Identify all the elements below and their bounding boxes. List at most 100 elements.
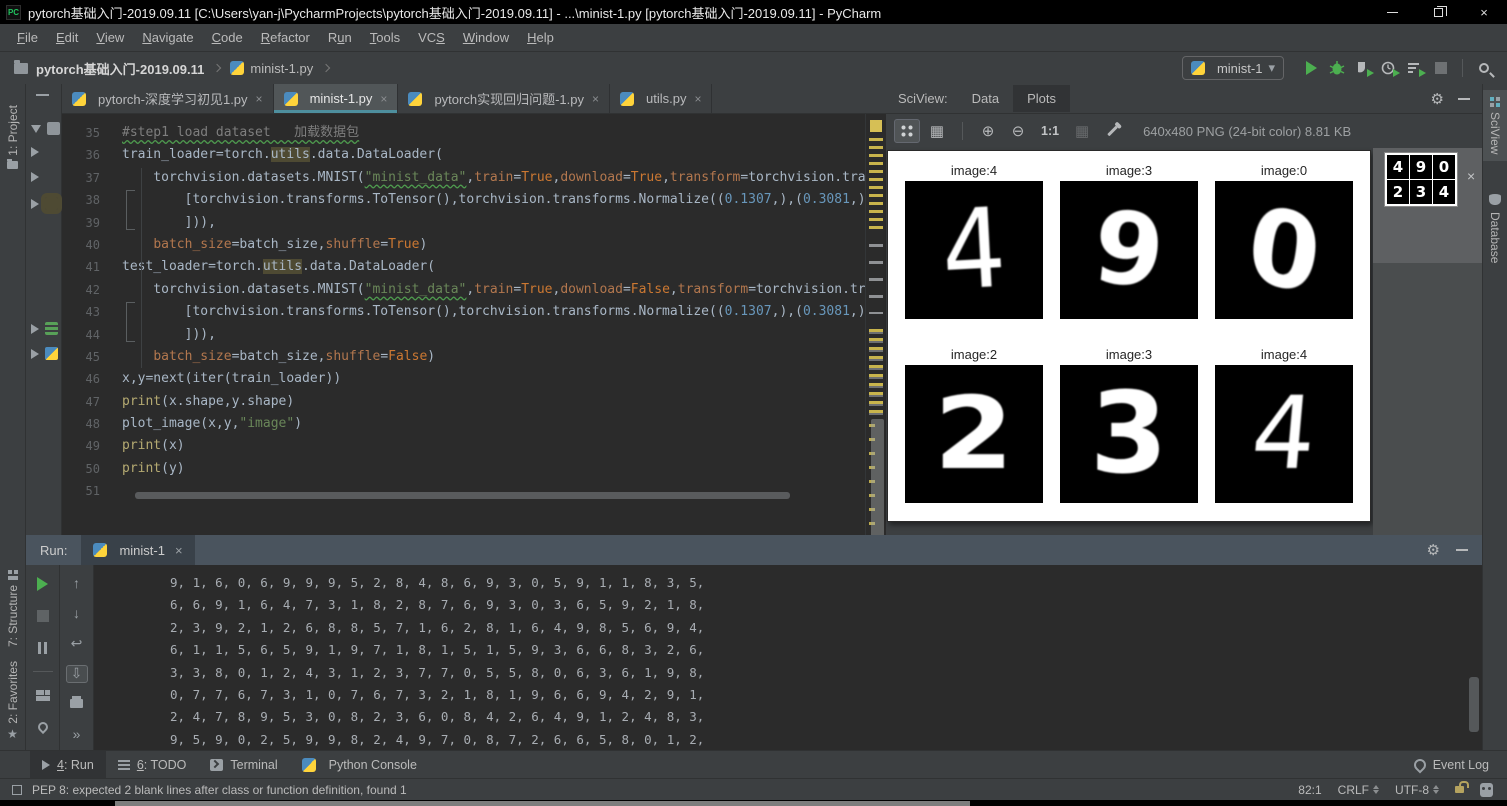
breadcrumb-project[interactable]: pytorch基础入门-2019.09.11 [36, 59, 204, 78]
actual-size-button[interactable]: 1:1 [1035, 124, 1065, 138]
code-line[interactable]: 39 ])), [62, 212, 886, 234]
sidebar-item-project[interactable]: 1: Project [0, 98, 25, 176]
sidebar-item-sciview[interactable]: SciView [1483, 90, 1507, 161]
menu-view[interactable]: View [87, 26, 133, 49]
close-tab-icon[interactable]: × [592, 92, 599, 106]
status-icon[interactable] [12, 785, 22, 795]
rerun-button[interactable] [32, 575, 54, 593]
scroll-to-end-button[interactable]: ⇩ [66, 665, 88, 683]
run-configuration-select[interactable]: minist-1 ▾ [1182, 56, 1284, 80]
plot-canvas[interactable]: image:44image:39image:00image:22image:33… [887, 150, 1371, 522]
close-tab-icon[interactable]: × [380, 92, 387, 106]
close-tab-icon[interactable]: × [175, 543, 183, 558]
menu-edit[interactable]: Edit [47, 26, 87, 49]
code-line[interactable]: 42 torchvision.datasets.MNIST("minist_da… [62, 279, 886, 301]
console-vertical-scrollbar[interactable] [1469, 677, 1479, 732]
menu-vcs[interactable]: VCS [409, 26, 454, 49]
hide-project-panel-button[interactable] [36, 94, 49, 96]
editor-tab-pytorch-深度学习初见1.py[interactable]: pytorch-深度学习初见1.py× [62, 84, 274, 113]
code-line[interactable]: 35#step1 load dataset 加载数据包 [62, 122, 886, 144]
code-editor[interactable]: 35#step1 load dataset 加载数据包36train_loade… [62, 114, 886, 535]
gear-icon[interactable]: ⚙ [1427, 541, 1440, 559]
code-line[interactable]: 47print(x.shape,y.shape) [62, 391, 886, 413]
fold-region-marker[interactable] [126, 302, 135, 342]
toolwindow-tab-6-todo[interactable]: 6: TODO [106, 751, 199, 779]
sidebar-item-favorites[interactable]: 2: Favorites ★ [0, 654, 25, 746]
color-picker-button[interactable] [1099, 119, 1125, 143]
toolwindow-tab-4-run[interactable]: 4: Run [30, 751, 106, 779]
menu-code[interactable]: Code [203, 26, 252, 49]
code-line[interactable]: 45 batch_size=batch_size,shuffle=False) [62, 346, 886, 368]
tab-plots[interactable]: Plots [1013, 85, 1070, 112]
stop-button[interactable] [1428, 56, 1454, 80]
stop-button[interactable] [32, 607, 54, 625]
code-line[interactable]: 46x,y=next(iter(train_loader)) [62, 368, 886, 390]
code-line[interactable]: 37 torchvision.datasets.MNIST("minist_da… [62, 167, 886, 189]
menu-window[interactable]: Window [454, 26, 518, 49]
vertical-scrollbar[interactable] [871, 419, 884, 554]
highlighting-level-icon[interactable] [1480, 783, 1493, 797]
zoom-in-button[interactable]: ⊕ [975, 119, 1001, 143]
run-button[interactable] [1298, 56, 1324, 80]
hide-panel-icon[interactable] [1456, 549, 1468, 551]
close-plot-icon[interactable]: × [1467, 168, 1475, 184]
code-line[interactable]: 36train_loader=torch.utils.data.DataLoad… [62, 144, 886, 166]
code-line[interactable]: 40 batch_size=batch_size,shuffle=True) [62, 234, 886, 256]
debug-button[interactable] [1324, 56, 1350, 80]
editor-error-stripe[interactable] [865, 114, 886, 535]
minimize-window-button[interactable] [1369, 0, 1415, 24]
tab-data[interactable]: Data [958, 85, 1013, 112]
event-log-button[interactable]: Event Log [1414, 758, 1489, 772]
tree-node-selected[interactable] [31, 197, 58, 210]
close-tab-icon[interactable]: × [256, 92, 263, 106]
transparency-chessboard-button[interactable]: ▦ [1069, 119, 1095, 143]
encoding-select[interactable]: UTF-8 [1395, 783, 1439, 797]
restore-layout-button[interactable] [32, 686, 54, 704]
fit-to-window-button[interactable] [894, 119, 920, 143]
code-line[interactable]: 41test_loader=torch.utils.data.DataLoade… [62, 256, 886, 278]
restore-window-button[interactable] [1415, 0, 1461, 24]
soft-wrap-button[interactable]: ↩ [66, 635, 88, 652]
tree-node-library[interactable] [31, 322, 58, 335]
code-line[interactable]: 44 ])), [62, 324, 886, 346]
toolwindow-tab-python-console[interactable]: Python Console [290, 751, 429, 779]
run-tab-minist-1[interactable]: minist-1 × [81, 535, 194, 565]
menu-navigate[interactable]: Navigate [133, 26, 202, 49]
zoom-out-button[interactable]: ⊖ [1005, 119, 1031, 143]
menu-refactor[interactable]: Refactor [252, 26, 319, 49]
editor-tab-utils.py[interactable]: utils.py× [610, 84, 712, 113]
code-line[interactable]: 49print(x) [62, 435, 886, 457]
menu-help[interactable]: Help [518, 26, 563, 49]
code-line[interactable]: 43 [torchvision.transforms.ToTensor(),to… [62, 301, 886, 323]
sidebar-item-database[interactable]: Database [1483, 187, 1507, 270]
close-tab-icon[interactable]: × [694, 92, 701, 106]
tree-node-python[interactable] [31, 347, 58, 360]
up-stacktrace-button[interactable]: ↑ [66, 575, 88, 592]
sidebar-item-structure[interactable]: 7: Structure [0, 563, 25, 654]
pause-output-button[interactable] [32, 639, 54, 657]
fold-region-marker[interactable] [126, 190, 135, 230]
run-with-coverage-button[interactable] [1350, 56, 1376, 80]
code-line[interactable]: 50print(y) [62, 458, 886, 480]
tree-node-collapsed[interactable] [31, 147, 39, 157]
readonly-lock-icon[interactable] [1455, 786, 1464, 793]
caret-position[interactable]: 82:1 [1298, 783, 1321, 797]
plot-thumbnail[interactable]: 490234 [1384, 152, 1458, 207]
tree-node-collapsed[interactable] [31, 172, 39, 182]
menu-tools[interactable]: Tools [361, 26, 409, 49]
gear-icon[interactable]: ⚙ [1431, 90, 1444, 108]
search-everywhere-button[interactable] [1471, 56, 1497, 80]
profile-button[interactable] [1376, 56, 1402, 80]
show-grid-button[interactable]: ▦ [924, 119, 950, 143]
run-console-output[interactable]: 9, 1, 6, 0, 6, 9, 9, 9, 5, 2, 8, 4, 8, 6… [94, 565, 1482, 750]
hide-panel-icon[interactable] [1458, 98, 1470, 100]
editor-tab-minist-1.py[interactable]: minist-1.py× [274, 84, 399, 113]
code-line[interactable]: 48plot_image(x,y,"image") [62, 413, 886, 435]
line-ending-select[interactable]: CRLF [1338, 783, 1379, 797]
run-with-parameters-button[interactable] [1402, 56, 1428, 80]
editor-tab-pytorch实现回归问题-1.py[interactable]: pytorch实现回归问题-1.py× [398, 84, 610, 113]
pin-tab-button[interactable] [32, 718, 54, 736]
code-line[interactable]: 38 [torchvision.transforms.ToTensor(),to… [62, 189, 886, 211]
print-button[interactable] [66, 696, 88, 713]
tree-node-expanded[interactable] [31, 122, 60, 135]
